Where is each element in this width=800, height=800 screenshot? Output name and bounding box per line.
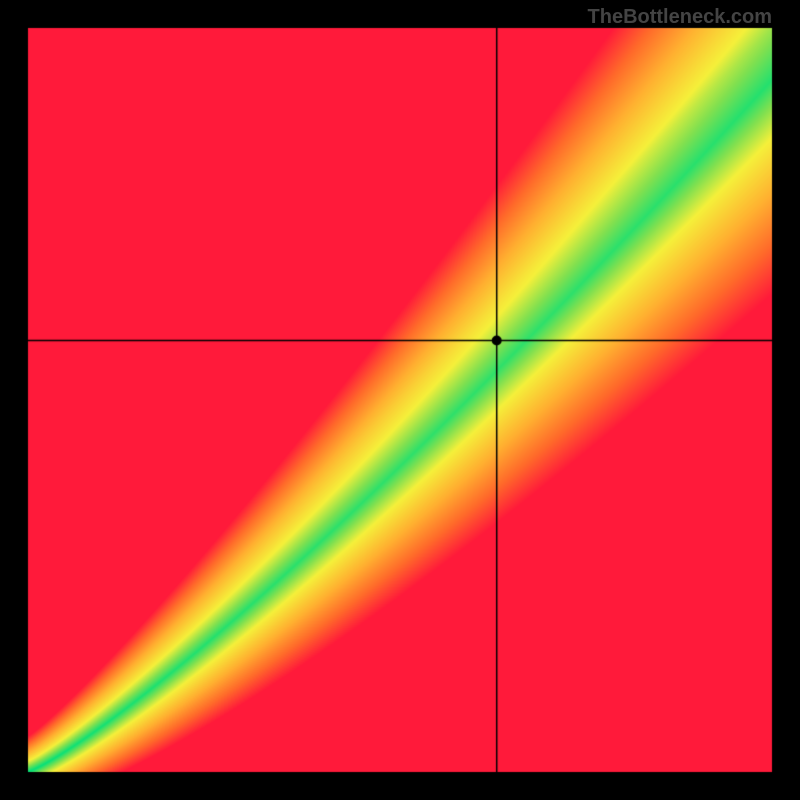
- heatmap-canvas: [0, 0, 800, 800]
- watermark-text: TheBottleneck.com: [588, 6, 772, 29]
- chart-container: TheBottleneck.com: [0, 0, 800, 800]
